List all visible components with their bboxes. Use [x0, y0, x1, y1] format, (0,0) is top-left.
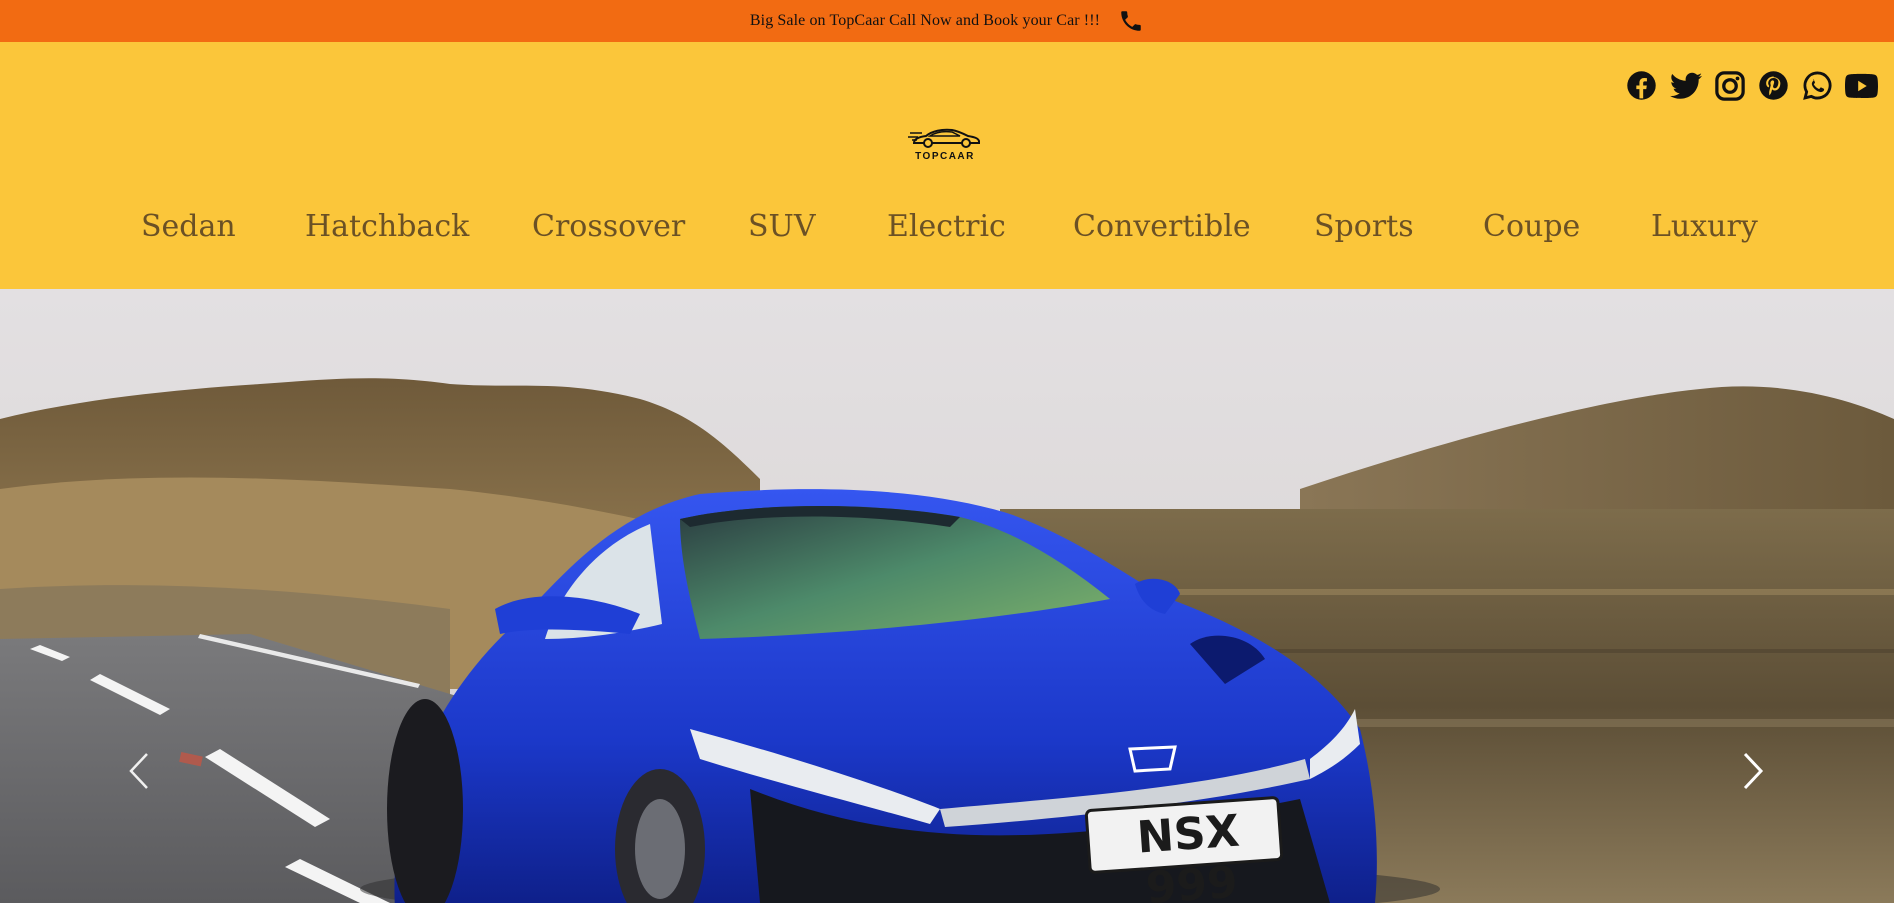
nav-item-sedan[interactable]: Sedan [141, 202, 236, 252]
site-header: TOPCAAR Sedan Hatchback Crossover SUV El… [0, 42, 1894, 289]
nav-item-convertible[interactable]: Convertible [1073, 202, 1251, 252]
whatsapp-icon[interactable] [1801, 69, 1834, 102]
pinterest-icon[interactable] [1757, 69, 1790, 102]
nav-item-suv[interactable]: SUV [748, 202, 816, 252]
category-nav: Sedan Hatchback Crossover SUV Electric C… [0, 202, 1894, 252]
nav-item-electric[interactable]: Electric [887, 202, 1006, 252]
twitter-icon[interactable] [1669, 69, 1702, 102]
chevron-right-icon [1743, 752, 1764, 790]
chevron-left-icon [129, 753, 148, 789]
phone-icon[interactable] [1118, 8, 1144, 34]
announcement-bar: Big Sale on TopCaar Call Now and Book yo… [0, 0, 1894, 42]
next-slide-button[interactable] [1738, 749, 1768, 793]
logo-text: TOPCAAR [915, 151, 975, 162]
social-links [1625, 69, 1878, 102]
nav-item-crossover[interactable]: Crossover [532, 202, 685, 252]
nav-item-hatchback[interactable]: Hatchback [305, 202, 469, 252]
announcement-text: Big Sale on TopCaar Call Now and Book yo… [749, 12, 1101, 29]
hero-image [0, 289, 1894, 903]
hero-slider: NSX 999 [0, 289, 1894, 903]
nav-item-sports[interactable]: Sports [1314, 202, 1414, 252]
facebook-icon[interactable] [1625, 69, 1658, 102]
car-logo-icon [908, 128, 980, 148]
nav-item-coupe[interactable]: Coupe [1483, 202, 1580, 252]
nav-item-luxury[interactable]: Luxury [1651, 202, 1758, 252]
youtube-icon[interactable] [1845, 69, 1878, 102]
license-plate-text: NSX 999 [1135, 805, 1242, 903]
instagram-icon[interactable] [1713, 69, 1746, 102]
prev-slide-button[interactable] [124, 749, 154, 793]
site-logo[interactable]: TOPCAAR [908, 124, 982, 166]
